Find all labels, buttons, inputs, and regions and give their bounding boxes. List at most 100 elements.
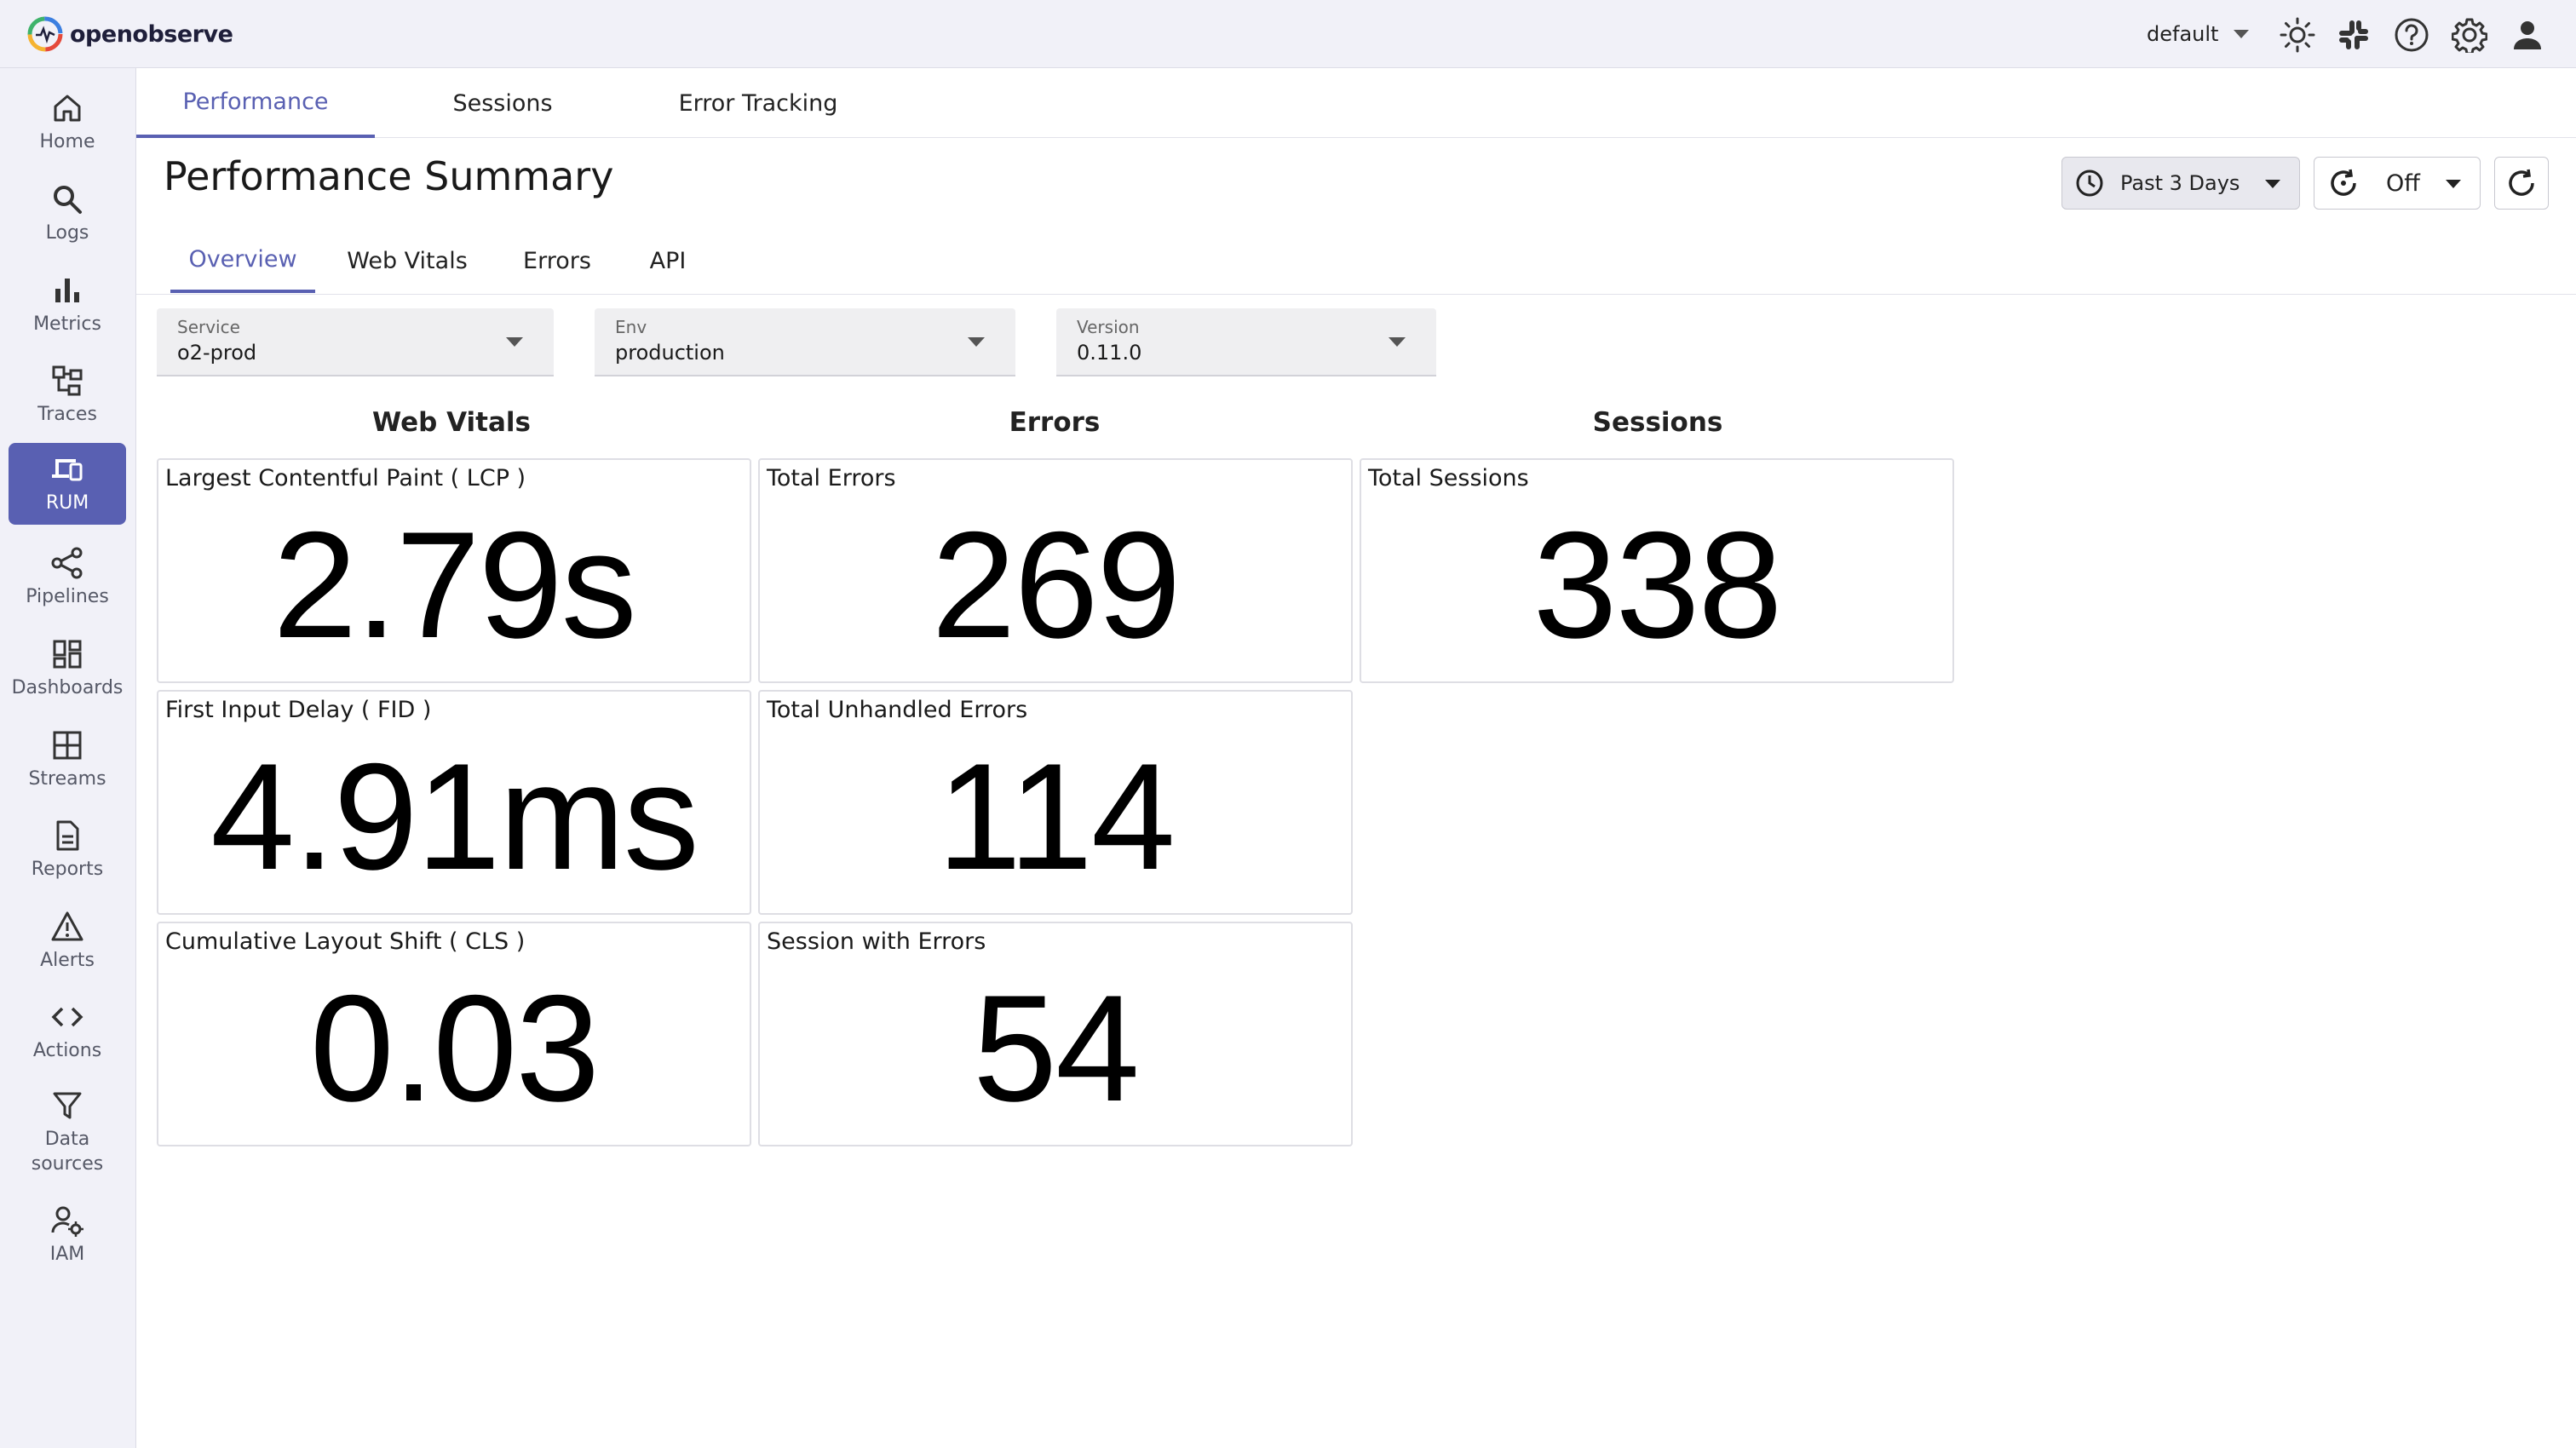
user-settings-icon — [51, 1206, 83, 1237]
card-title: Largest Contentful Paint ( LCP ) — [165, 465, 526, 491]
tab-error-tracking[interactable]: Error Tracking — [630, 68, 886, 138]
card-title: Session with Errors — [767, 928, 986, 955]
date-range-label: Past 3 Days — [2120, 171, 2240, 195]
theme-toggle-button[interactable] — [2278, 15, 2317, 55]
tab-sessions[interactable]: Sessions — [375, 68, 630, 138]
bar-chart-icon — [55, 278, 79, 302]
section-title-errors: Errors — [1009, 407, 1101, 438]
metric-card-lcp: Largest Contentful Paint ( LCP ) 2.79s — [157, 458, 751, 683]
tab-performance[interactable]: Performance — [136, 68, 375, 138]
org-name: default — [2147, 22, 2219, 46]
card-value: 54 — [973, 963, 1140, 1133]
env-select[interactable]: Env production — [595, 308, 1015, 376]
sidebar-item-label: IAM — [49, 1243, 85, 1265]
card-title: First Input Delay ( FID ) — [165, 697, 432, 723]
metric-card-cls: Cumulative Layout Shift ( CLS ) 0.03 — [157, 922, 751, 1146]
sidebar: Home Logs Metrics Traces RUM Pipelines D… — [0, 68, 136, 1448]
sidebar-item-alerts[interactable]: Alerts — [9, 900, 126, 982]
grid-icon — [53, 731, 82, 760]
auto-refresh-icon — [2331, 169, 2356, 196]
sidebar-item-metrics[interactable]: Metrics — [9, 264, 126, 346]
sidebar-item-traces[interactable]: Traces — [9, 354, 126, 436]
sidebar-item-label: Reports — [31, 858, 104, 880]
top-header: openobserve default — [0, 0, 2576, 68]
sub-tabs: Overview Web Vitals Errors API — [136, 228, 2576, 295]
settings-button[interactable] — [2450, 15, 2489, 55]
sidebar-item-streams[interactable]: Streams — [9, 719, 126, 801]
devices-icon — [52, 458, 83, 481]
tab-overview[interactable]: Overview — [170, 228, 315, 293]
search-icon — [54, 185, 82, 214]
metric-card-total-sessions: Total Sessions 338 — [1360, 458, 1954, 683]
warning-icon — [51, 911, 83, 941]
slack-button[interactable] — [2334, 15, 2373, 55]
section-title-web-vitals: Web Vitals — [372, 407, 531, 438]
service-select[interactable]: Service o2-prod — [157, 308, 554, 376]
sidebar-item-iam[interactable]: IAM — [9, 1194, 126, 1276]
refresh-interval-label: Off — [2386, 170, 2420, 197]
app-logo[interactable]: openobserve — [27, 15, 233, 53]
app-root: openobserve default Home Logs Metrics Tr… — [0, 0, 2576, 1448]
metric-card-total-errors: Total Errors 269 — [758, 458, 1353, 683]
card-value: 2.79s — [273, 500, 636, 669]
tab-web-vitals[interactable]: Web Vitals — [324, 228, 491, 293]
help-button[interactable] — [2392, 15, 2431, 55]
field-label: Env — [615, 317, 647, 337]
org-select[interactable]: default — [2147, 17, 2250, 51]
field-value: production — [615, 341, 725, 365]
sidebar-item-logs[interactable]: Logs — [9, 173, 126, 255]
chevron-down-icon — [968, 337, 985, 347]
sidebar-item-label: Data sources — [31, 1129, 104, 1175]
pipeline-icon — [51, 547, 83, 579]
sun-icon — [2280, 17, 2315, 53]
traces-icon — [52, 365, 83, 396]
sidebar-item-label: Logs — [45, 221, 89, 244]
sidebar-item-dashboards[interactable]: Dashboards — [9, 628, 126, 710]
sidebar-item-label: Traces — [37, 403, 97, 425]
main-tabs: Performance Sessions Error Tracking — [136, 68, 2576, 138]
sidebar-item-reports[interactable]: Reports — [9, 809, 126, 891]
sidebar-item-rum[interactable]: RUM — [9, 443, 126, 525]
sidebar-item-actions[interactable]: Actions — [9, 991, 126, 1072]
user-menu-button[interactable] — [2508, 15, 2547, 55]
field-label: Version — [1077, 317, 1140, 337]
sidebar-item-data-sources[interactable]: Data sources — [9, 1082, 126, 1184]
refresh-icon — [2509, 169, 2534, 196]
refresh-button[interactable] — [2494, 157, 2549, 210]
sidebar-item-label: Alerts — [40, 949, 95, 971]
metric-card-unhandled-errors: Total Unhandled Errors 114 — [758, 690, 1353, 915]
card-value: 0.03 — [309, 963, 600, 1133]
card-title: Cumulative Layout Shift ( CLS ) — [165, 928, 526, 955]
refresh-interval-select[interactable]: Off — [2314, 157, 2481, 210]
sidebar-item-label: Metrics — [33, 313, 101, 335]
code-icon — [51, 1007, 83, 1026]
sidebar-item-label: RUM — [45, 491, 89, 514]
page-title: Performance Summary — [164, 153, 614, 199]
chevron-down-icon — [2234, 30, 2250, 38]
openobserve-logo-icon — [27, 16, 63, 52]
date-range-picker[interactable]: Past 3 Days — [2061, 157, 2300, 210]
metric-card-session-errors: Session with Errors 54 — [758, 922, 1353, 1146]
user-icon — [2514, 21, 2541, 49]
app-name: openobserve — [70, 20, 233, 48]
sidebar-item-pipelines[interactable]: Pipelines — [9, 537, 126, 618]
tab-api[interactable]: API — [622, 228, 714, 293]
card-title: Total Errors — [767, 465, 896, 491]
tab-errors[interactable]: Errors — [499, 228, 615, 293]
chevron-down-icon — [1389, 337, 1406, 347]
card-title: Total Sessions — [1368, 465, 1529, 491]
sidebar-item-home[interactable]: Home — [9, 82, 126, 164]
chevron-down-icon — [2446, 180, 2461, 188]
card-value: 338 — [1532, 500, 1783, 669]
slack-icon — [2339, 20, 2368, 49]
sidebar-item-label: Dashboards — [11, 676, 124, 698]
home-icon — [54, 95, 81, 122]
filter-icon — [53, 1092, 82, 1119]
version-select[interactable]: Version 0.11.0 — [1056, 308, 1436, 376]
field-value: 0.11.0 — [1077, 341, 1142, 365]
section-title-sessions: Sessions — [1592, 407, 1723, 438]
sidebar-item-label: Actions — [32, 1039, 102, 1061]
dashboard-icon — [53, 640, 82, 669]
sidebar-item-label: Pipelines — [26, 585, 109, 607]
card-value: 269 — [931, 500, 1182, 669]
